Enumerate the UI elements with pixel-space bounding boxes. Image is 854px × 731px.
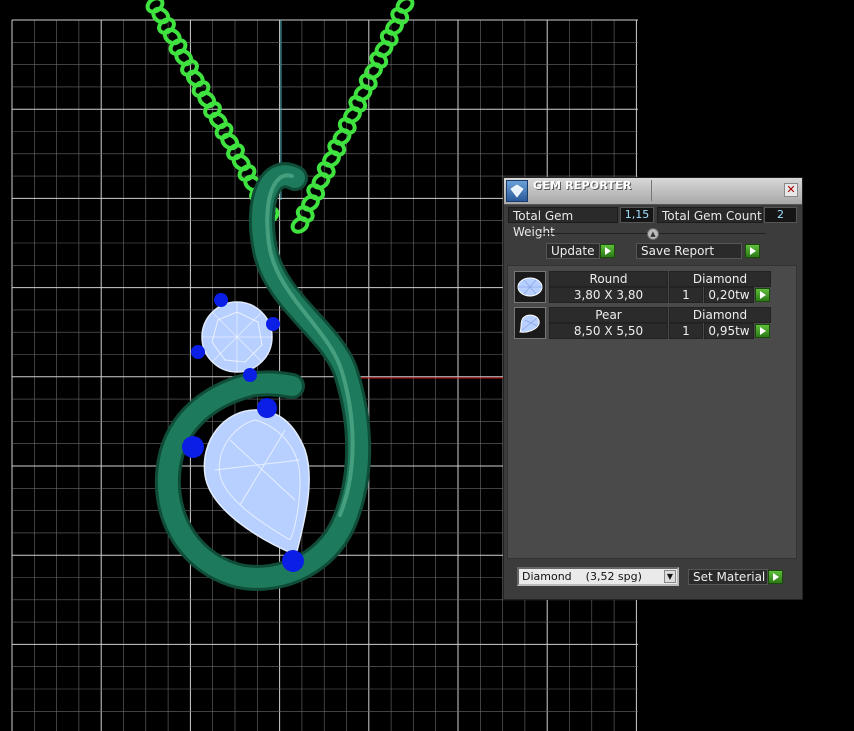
set-material-run-button[interactable] [768,570,783,584]
splitter-knob[interactable]: ▲ [647,228,659,240]
save-report-run-button[interactable] [745,244,760,258]
gem-shape: Round [549,271,668,287]
titlebar-divider [651,180,652,201]
gem-quantity: 1 [669,323,703,339]
save-report-button[interactable]: Save Report [636,243,742,259]
gem-row-run-button[interactable] [755,288,770,302]
gem-shape: Pear [549,307,668,323]
update-run-button[interactable] [600,244,615,258]
gem-row-round[interactable]: Round Diamond 3,80 X 3,80 1 0,20tw [514,271,784,303]
gem-material: Diamond [669,271,771,287]
total-gem-weight-label: Total Gem Weight [508,207,618,239]
gem-row-run-button[interactable] [755,324,770,338]
gem-size: 8,50 X 5,50 [549,323,668,339]
round-gem-icon [514,271,546,303]
close-button[interactable]: ✕ [784,183,798,197]
material-select-value: Diamond (3,52 spg) [522,570,642,583]
material-select[interactable]: Diamond (3,52 spg) ▼ [517,567,679,586]
round-gem[interactable] [201,301,273,373]
gem-reporter-icon [506,180,528,202]
chain-link [290,216,310,234]
total-gem-count-value: 2 [764,207,797,223]
gem-weight: 0,95tw [704,323,754,339]
update-button[interactable]: Update [546,243,600,259]
gem-reporter-panel[interactable]: GEM REPORTER ✕ Total Gem Weight 1,15 Tot… [503,177,803,600]
chevron-down-icon[interactable]: ▼ [664,570,676,583]
gem-quantity: 1 [669,287,703,303]
panel-title: GEM REPORTER [533,179,632,192]
pear-gem-icon [514,307,546,339]
close-icon: ✕ [786,183,796,196]
gem-reporter-titlebar[interactable]: GEM REPORTER ✕ [504,178,802,205]
pear-gem[interactable] [203,409,310,557]
gem-weight: 0,20tw [704,287,754,303]
total-gem-weight-value: 1,15 [620,207,654,223]
gem-row-pear[interactable]: Pear Diamond 8,50 X 5,50 1 0,95tw [514,307,784,339]
gem-list[interactable]: Round Diamond 3,80 X 3,80 1 0,20tw Pear … [507,265,797,559]
gem-material: Diamond [669,307,771,323]
set-material-button[interactable]: Set Material [688,569,768,585]
gem-size: 3,80 X 3,80 [549,287,668,303]
total-gem-count-label: Total Gem Count [657,207,763,223]
